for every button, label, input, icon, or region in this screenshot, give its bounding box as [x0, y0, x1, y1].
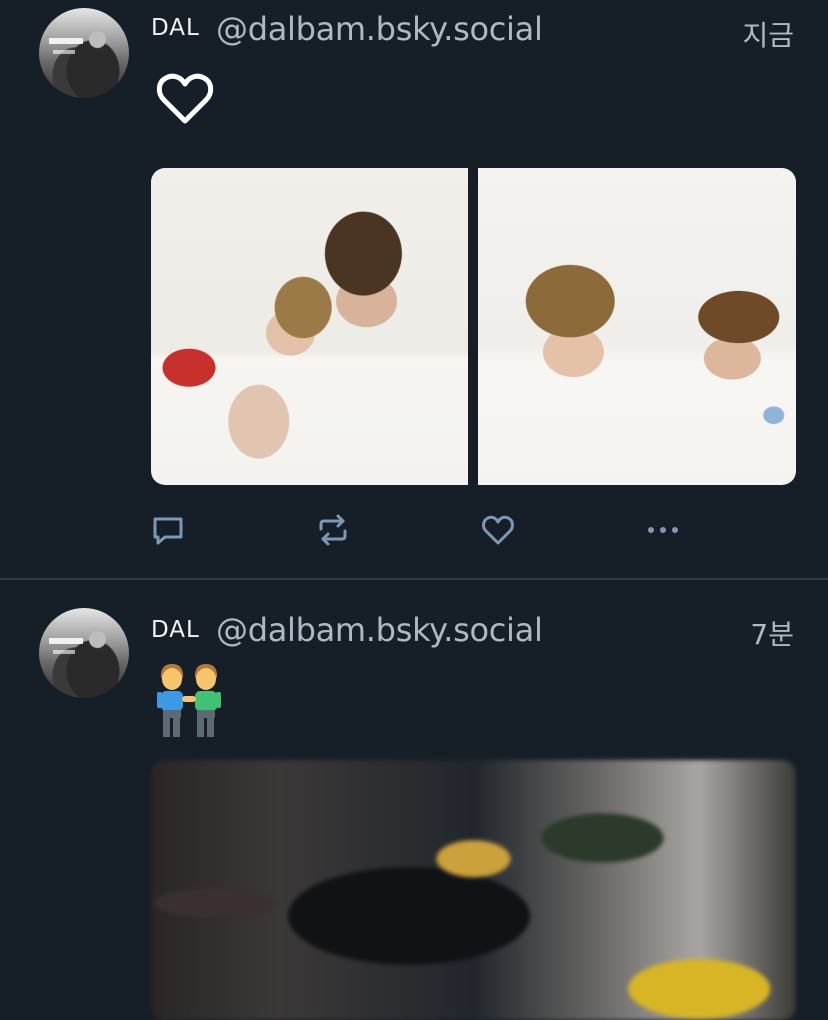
author-handle[interactable]: @dalbam.bsky.social — [216, 611, 543, 649]
post-video[interactable] — [151, 760, 796, 1020]
repost-icon[interactable] — [315, 512, 351, 548]
avatar[interactable] — [39, 608, 129, 698]
two-men-holding-hands-emoji-icon — [157, 664, 221, 737]
reply-icon[interactable] — [150, 512, 186, 548]
post-2[interactable]: DAL @dalbam.bsky.social 7분 — [0, 0, 828, 1020]
post-time: 7분 — [750, 618, 794, 651]
author-name[interactable]: DAL — [151, 617, 200, 643]
post-divider — [0, 578, 828, 580]
like-icon[interactable] — [480, 512, 516, 548]
more-icon[interactable] — [645, 512, 681, 548]
post-actions — [0, 512, 828, 548]
